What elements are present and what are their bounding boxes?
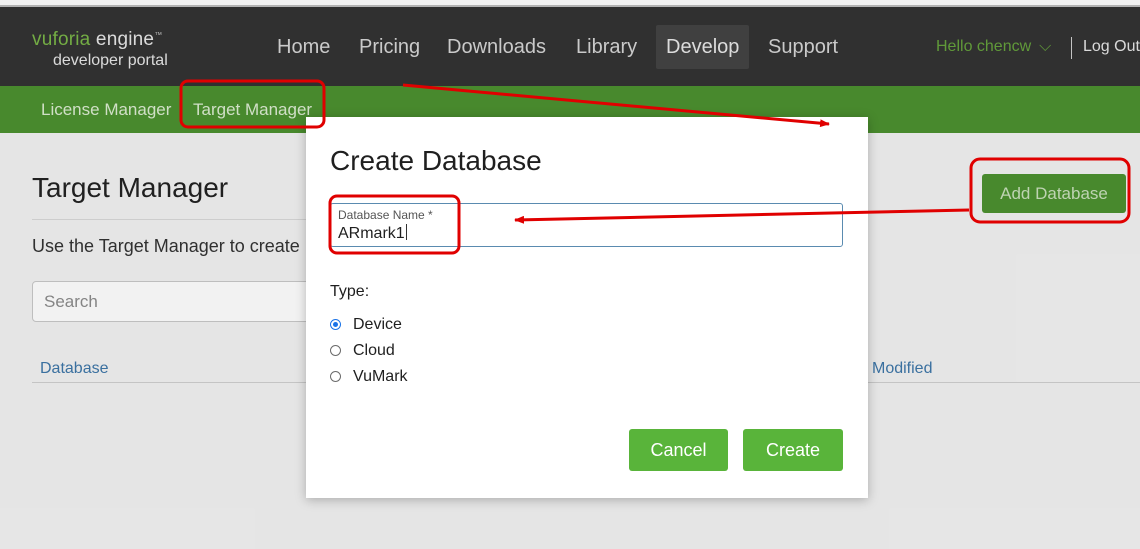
radio-device-control[interactable] xyxy=(330,319,341,330)
radio-vumark-label: VuMark xyxy=(353,368,408,385)
create-database-dialog: Create Database Database Name * ARmark1 … xyxy=(306,117,868,498)
create-button[interactable]: Create xyxy=(743,429,843,471)
database-name-value: ARmark1 xyxy=(338,225,405,242)
text-caret xyxy=(405,224,407,240)
radio-device-label: Device xyxy=(353,316,402,333)
database-name-input[interactable]: ARmark1 xyxy=(338,224,407,243)
radio-cloud-label: Cloud xyxy=(353,342,395,359)
radio-cloud-control[interactable] xyxy=(330,345,341,356)
dialog-title: Create Database xyxy=(330,145,542,176)
radio-vumark-control[interactable] xyxy=(330,371,341,382)
cancel-button[interactable]: Cancel xyxy=(629,429,728,471)
type-label: Type: xyxy=(330,283,370,300)
database-name-label: Database Name * xyxy=(338,208,433,222)
database-name-field[interactable]: Database Name * ARmark1 xyxy=(330,203,843,247)
